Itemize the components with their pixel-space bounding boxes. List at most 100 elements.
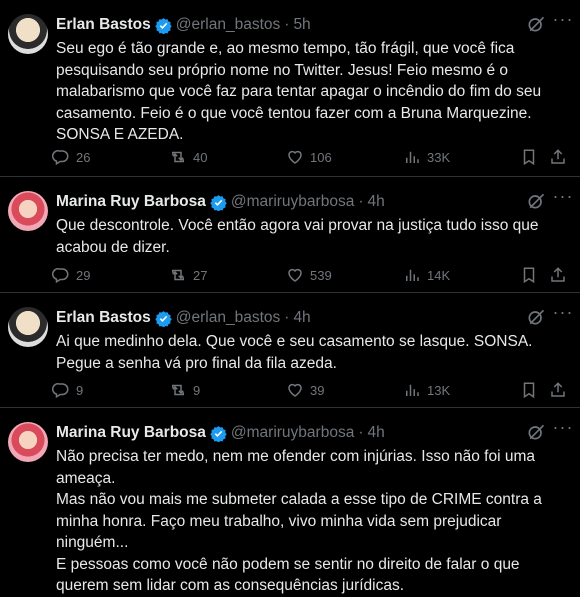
like-button[interactable]: 539 bbox=[286, 266, 332, 284]
retweet-count: 40 bbox=[193, 149, 208, 165]
avatar[interactable] bbox=[8, 307, 48, 347]
reply-button[interactable]: 26 bbox=[52, 148, 90, 166]
reply-count: 29 bbox=[76, 267, 91, 283]
display-name[interactable]: Erlan Bastos bbox=[56, 16, 151, 34]
like-icon bbox=[288, 268, 302, 282]
more-icon[interactable]: ··· bbox=[552, 187, 574, 210]
retweet-button[interactable]: 27 bbox=[169, 266, 207, 284]
share-icon bbox=[551, 382, 565, 397]
tweet-text: Seu ego é tão grande e, ao mesmo tempo, … bbox=[56, 38, 572, 146]
separator-dot: · bbox=[358, 424, 364, 441]
reply-icon bbox=[52, 383, 69, 399]
bookmark-icon bbox=[523, 382, 535, 399]
separator-dot: · bbox=[284, 309, 290, 326]
like-button[interactable]: 106 bbox=[286, 148, 332, 166]
grok-icon[interactable] bbox=[526, 422, 546, 442]
more-icon[interactable]: ··· bbox=[552, 418, 574, 441]
retweet-icon bbox=[172, 384, 184, 396]
grok-icon[interactable] bbox=[526, 307, 546, 327]
reply-icon bbox=[52, 150, 69, 166]
timestamp[interactable]: 5h bbox=[293, 16, 310, 34]
separator-dot: · bbox=[358, 193, 364, 210]
bookmark-icon bbox=[523, 267, 535, 284]
handle[interactable]: @erlan_bastos bbox=[176, 16, 281, 34]
tweet[interactable]: Erlan Bastos @erlan_bastos · 5h ··· Seu … bbox=[0, 0, 580, 177]
tweet-paragraph: Ai que medinho dela. Que você e seu casa… bbox=[56, 333, 533, 372]
tweet-header: Marina Ruy Barbosa @mariruybarbosa · 4h bbox=[56, 192, 540, 212]
retweet-button[interactable]: 9 bbox=[169, 381, 200, 399]
display-name[interactable]: Marina Ruy Barbosa bbox=[56, 193, 206, 211]
tweet-text: Ai que medinho dela. Que você e seu casa… bbox=[56, 331, 572, 374]
reply-button[interactable]: 29 bbox=[52, 266, 90, 284]
like-count: 39 bbox=[310, 382, 325, 398]
retweet-count: 27 bbox=[193, 267, 208, 283]
grok-icon[interactable] bbox=[526, 191, 546, 211]
share-button[interactable] bbox=[549, 266, 567, 284]
like-icon bbox=[288, 383, 302, 397]
tweet-text: Que descontrole. Você então agora vai pr… bbox=[56, 215, 572, 258]
views-count: 33K bbox=[427, 149, 451, 165]
share-button[interactable] bbox=[549, 148, 567, 166]
tweet-header: Marina Ruy Barbosa @mariruybarbosa · 4h bbox=[56, 423, 540, 443]
avatar[interactable] bbox=[8, 422, 48, 462]
action-bar: 29 27 539 14K bbox=[52, 266, 572, 286]
verified-badge-icon bbox=[210, 425, 227, 442]
retweet-button[interactable]: 40 bbox=[169, 148, 207, 166]
tweet-paragraph: Que descontrole. Você então agora vai pr… bbox=[56, 217, 539, 256]
tweet-text: Não precisa ter medo, nem me ofender com… bbox=[56, 446, 572, 597]
bookmark-button[interactable] bbox=[520, 148, 538, 166]
tweet[interactable]: Marina Ruy Barbosa @mariruybarbosa · 4h … bbox=[0, 177, 580, 293]
like-icon bbox=[288, 150, 302, 164]
share-icon bbox=[551, 267, 565, 282]
display-name[interactable]: Erlan Bastos bbox=[56, 309, 151, 327]
handle[interactable]: @erlan_bastos bbox=[176, 309, 281, 327]
bookmark-button[interactable] bbox=[520, 381, 538, 399]
reply-button[interactable]: 9 bbox=[52, 381, 83, 399]
verified-badge-icon bbox=[210, 194, 227, 211]
grok-icon[interactable] bbox=[526, 14, 546, 34]
avatar[interactable] bbox=[8, 191, 48, 231]
views-icon bbox=[406, 384, 419, 396]
reply-count: 26 bbox=[76, 149, 91, 165]
views-button[interactable]: 13K bbox=[403, 381, 450, 399]
timestamp[interactable]: 4h bbox=[293, 309, 310, 327]
retweet-icon bbox=[172, 151, 184, 163]
verified-badge-icon bbox=[155, 310, 172, 327]
tweet-paragraph: Não precisa ter medo, nem me ofender com… bbox=[56, 448, 536, 487]
action-bar: 26 40 106 33K bbox=[52, 148, 572, 168]
tweet[interactable]: Marina Ruy Barbosa @mariruybarbosa · 4h … bbox=[0, 408, 580, 594]
handle[interactable]: @mariruybarbosa bbox=[231, 424, 354, 442]
share-button[interactable] bbox=[549, 381, 567, 399]
retweet-icon bbox=[172, 269, 184, 281]
tweet-paragraph: Seu ego é tão grande e, ao mesmo tempo, … bbox=[56, 40, 542, 143]
views-count: 13K bbox=[427, 382, 451, 398]
tweet-header: Erlan Bastos @erlan_bastos · 5h bbox=[56, 15, 540, 35]
action-bar: 9 9 39 13K bbox=[52, 381, 572, 401]
handle[interactable]: @mariruybarbosa bbox=[231, 193, 354, 211]
views-button[interactable]: 14K bbox=[403, 266, 450, 284]
timestamp[interactable]: 4h bbox=[367, 193, 384, 211]
bookmark-icon bbox=[523, 149, 535, 166]
more-icon[interactable]: ··· bbox=[552, 303, 574, 326]
display-name[interactable]: Marina Ruy Barbosa bbox=[56, 424, 206, 442]
separator-dot: · bbox=[284, 16, 290, 33]
bookmark-button[interactable] bbox=[520, 266, 538, 284]
tweet-paragraph: Mas não vou mais me submeter calada a es… bbox=[56, 491, 542, 551]
tweet[interactable]: Erlan Bastos @erlan_bastos · 4h ··· Ai q… bbox=[0, 293, 580, 408]
reply-icon bbox=[52, 268, 69, 284]
tweet-paragraph: E pessoas como você não podem se sentir … bbox=[56, 555, 520, 595]
avatar[interactable] bbox=[8, 14, 48, 54]
like-count: 106 bbox=[310, 149, 332, 165]
like-button[interactable]: 39 bbox=[286, 381, 324, 399]
tweet-header: Erlan Bastos @erlan_bastos · 4h bbox=[56, 308, 540, 328]
views-icon bbox=[406, 269, 419, 281]
views-count: 14K bbox=[427, 267, 451, 283]
views-icon bbox=[406, 151, 419, 163]
share-icon bbox=[551, 149, 565, 164]
like-count: 539 bbox=[310, 267, 332, 283]
timestamp[interactable]: 4h bbox=[367, 424, 384, 442]
retweet-count: 9 bbox=[193, 382, 201, 398]
reply-count: 9 bbox=[76, 382, 84, 398]
views-button[interactable]: 33K bbox=[403, 148, 450, 166]
more-icon[interactable]: ··· bbox=[552, 10, 574, 33]
